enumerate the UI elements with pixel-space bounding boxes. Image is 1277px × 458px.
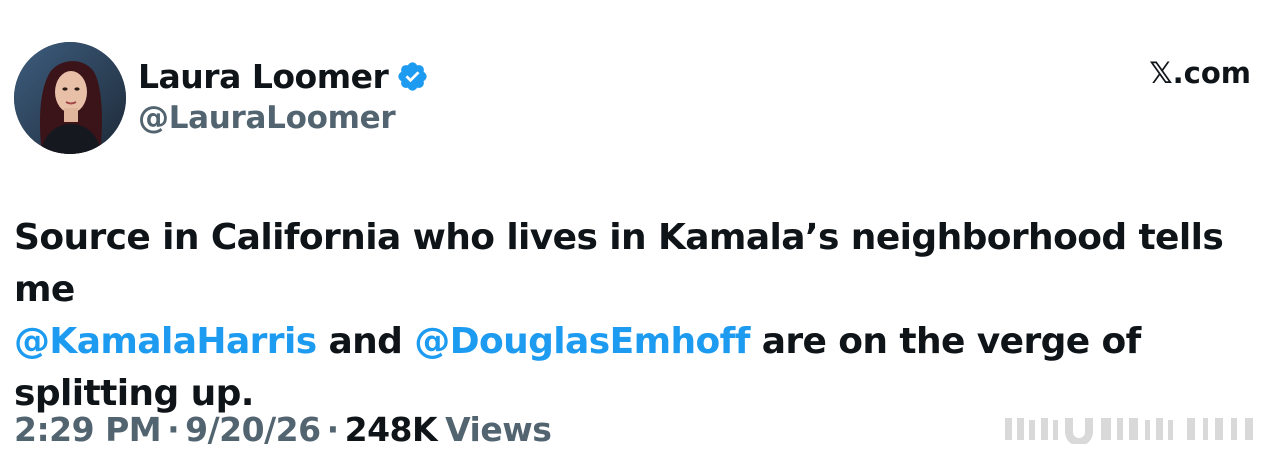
- tweet-meta: 2:29 PM · 9/20/26 · 248K Views: [14, 410, 552, 449]
- site-label-text: 𝕏.com: [1149, 56, 1251, 90]
- tweet-time[interactable]: 2:29 PM: [14, 410, 162, 449]
- display-name[interactable]: Laura Loomer: [138, 57, 389, 96]
- verified-badge-icon: [398, 61, 427, 91]
- site-label: 𝕏.com: [1149, 56, 1251, 90]
- tweet-date[interactable]: 9/20/26: [185, 410, 321, 449]
- watermark: [1005, 412, 1255, 444]
- views-count: 248K: [344, 410, 438, 449]
- mention-link-douglas[interactable]: @DouglasEmhoff: [414, 321, 750, 362]
- tweet-text-connector: and: [316, 321, 415, 362]
- avatar[interactable]: [14, 42, 126, 154]
- mention-link-kamala[interactable]: @KamalaHarris: [14, 321, 317, 362]
- profile-photo: [14, 42, 126, 154]
- meta-separator: ·: [167, 410, 180, 449]
- meta-separator: ·: [326, 410, 340, 449]
- views-label: Views: [445, 410, 552, 449]
- author-handle[interactable]: @LauraLoomer: [138, 100, 396, 136]
- tweet-text: Source in California who lives in Kamala…: [14, 212, 1234, 420]
- author-name-row: Laura Loomer: [138, 54, 429, 98]
- watermark-graphic: [1005, 418, 1253, 444]
- tweet-text-line1: Source in California who lives in Kamala…: [14, 217, 1224, 310]
